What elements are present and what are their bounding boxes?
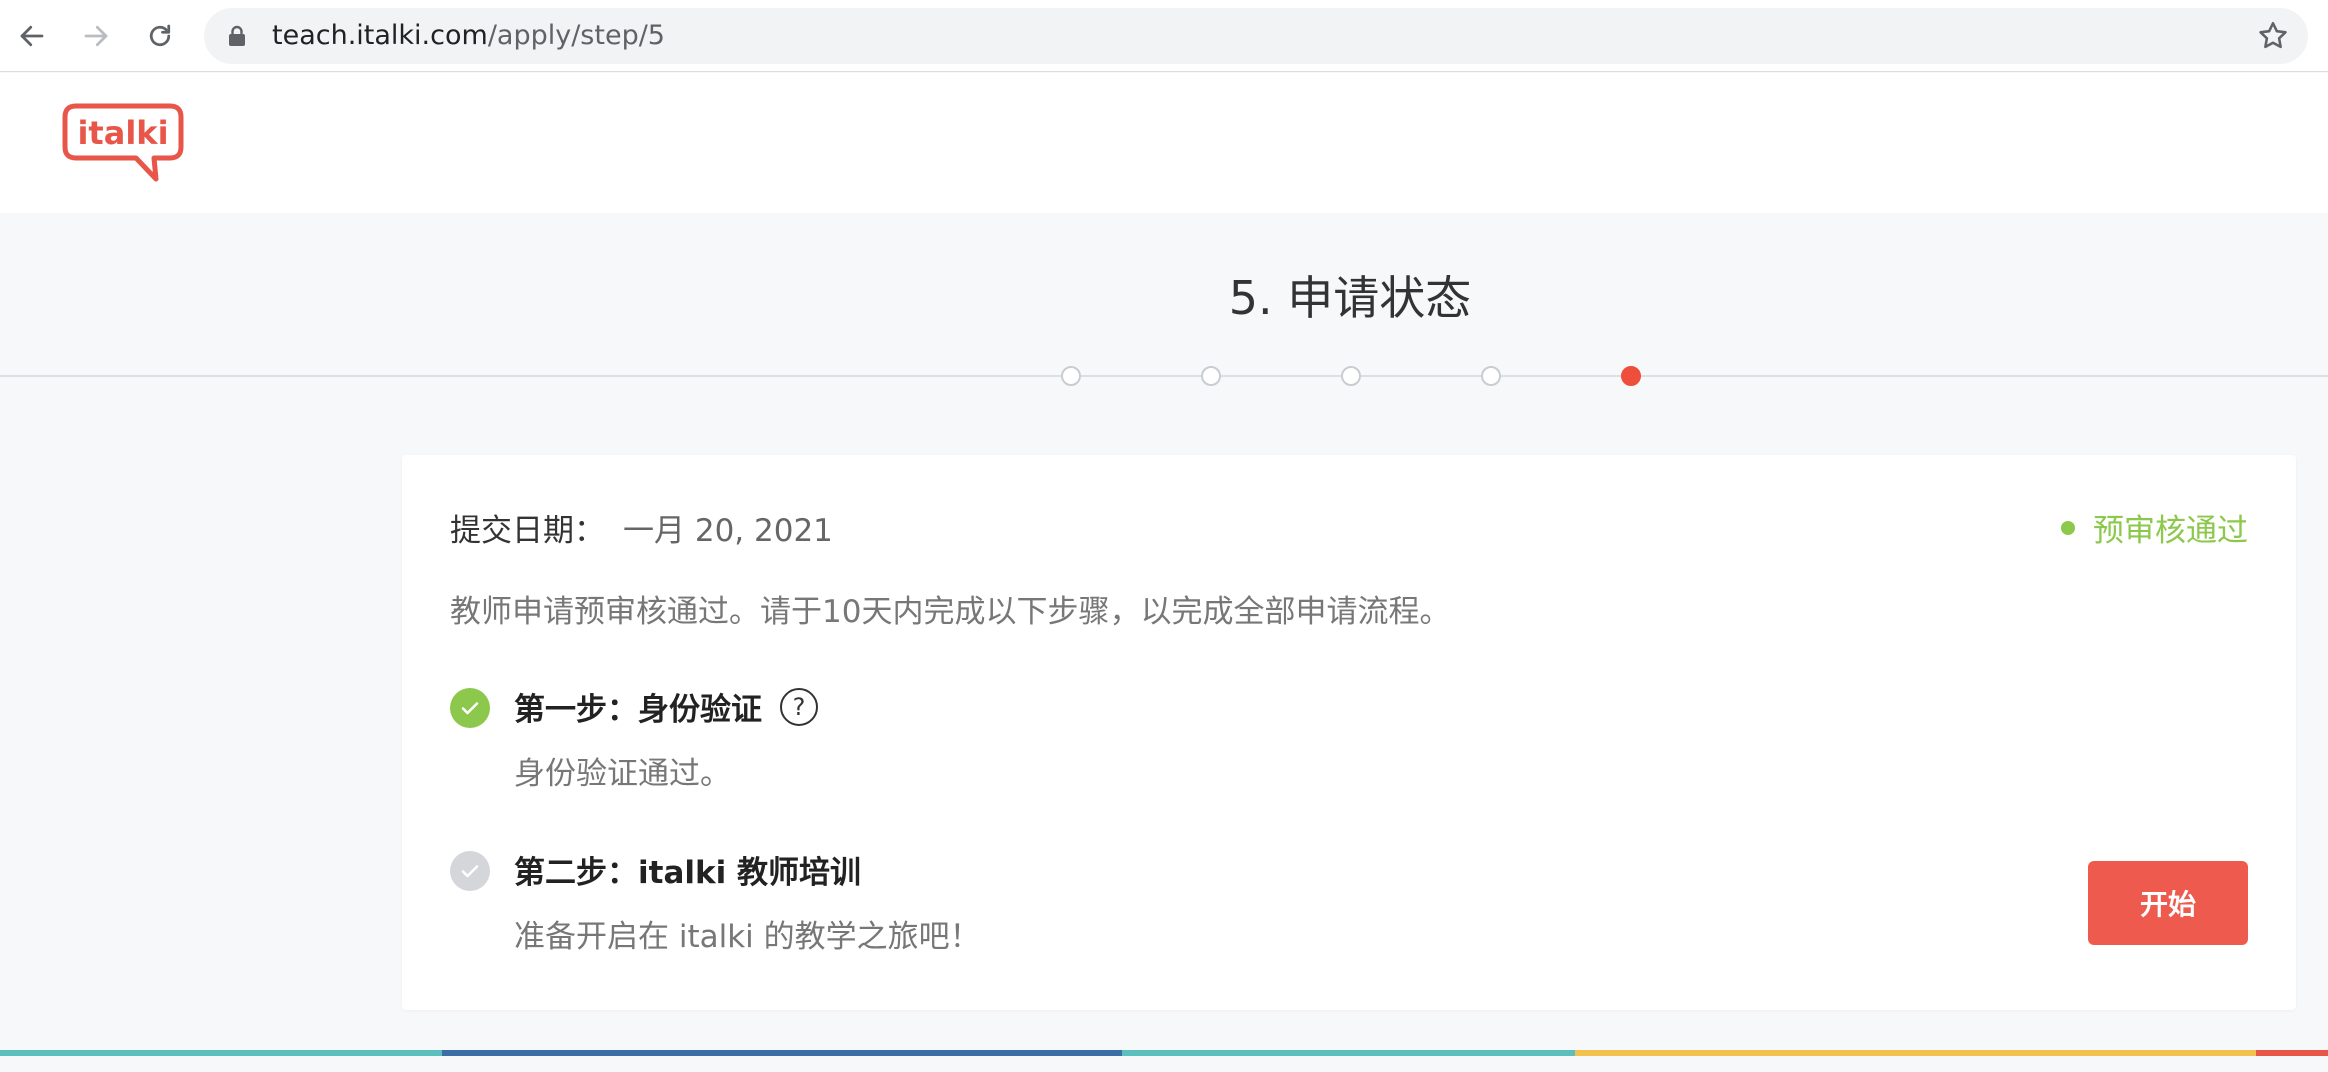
url-text: teach.italki.com/apply/step/5 — [272, 8, 665, 64]
check-circle-icon — [450, 688, 490, 728]
reload-button[interactable] — [138, 14, 182, 58]
back-button[interactable] — [10, 14, 54, 58]
progress-step-3 — [1341, 366, 1361, 386]
url-host: teach.italki.com — [272, 20, 488, 51]
stripe-segment — [1575, 1050, 2256, 1056]
reload-icon — [149, 24, 171, 47]
submit-date-label: 提交日期： — [450, 513, 605, 549]
step-title-text: 第一步：身份验证 — [514, 692, 762, 728]
start-training-button[interactable]: 开始 — [2088, 861, 2248, 945]
progress-step-1 — [1061, 366, 1081, 386]
submit-date-value: 一月 20, 2021 — [623, 513, 833, 549]
step-title: 第二步：italki 教师培训 — [514, 847, 861, 892]
step-description: 身份验证通过。 — [514, 756, 731, 792]
status-dot-icon — [2061, 520, 2075, 535]
notice-text: 教师申请预审核通过。请于10天内完成以下步骤，以完成全部申请流程。 — [450, 594, 1451, 630]
italki-logo[interactable]: italki — [62, 103, 184, 183]
arrow-left-icon — [20, 25, 44, 47]
browser-toolbar: teach.italki.com/apply/step/5 — [0, 0, 2328, 72]
check-circle-pending-icon — [450, 851, 490, 891]
page-title: 5. 申请状态 — [1228, 271, 1472, 325]
step-title-text: 第二步：italki 教师培训 — [514, 855, 862, 891]
stripe-segment — [442, 1050, 1122, 1056]
address-bar[interactable]: teach.italki.com/apply/step/5 — [204, 8, 2308, 64]
submit-date-row: 提交日期： 一月 20, 2021 — [450, 505, 833, 550]
arrow-right-icon — [84, 25, 108, 47]
site-header: italki — [0, 73, 2328, 213]
help-icon[interactable]: ? — [780, 687, 818, 726]
logo-text: italki — [77, 114, 168, 152]
lock-icon — [229, 25, 245, 46]
forward-button[interactable] — [74, 14, 118, 58]
status-text: 预审核通过 — [2093, 513, 2248, 549]
stripe-segment — [0, 1050, 442, 1056]
url-path: /apply/step/5 — [487, 20, 665, 51]
bookmark-star-icon[interactable] — [2256, 19, 2290, 53]
step-description: 准备开启在 italki 的教学之旅吧！ — [514, 919, 981, 955]
status-badge: 预审核通过 — [2061, 505, 2248, 550]
stripe-segment — [1122, 1050, 1575, 1056]
progress-step-5 — [1621, 366, 1641, 386]
step-title: 第一步：身份验证 ? — [514, 684, 818, 729]
progress-step-2 — [1201, 366, 1221, 386]
progress-step-4 — [1481, 366, 1501, 386]
stripe-segment — [2256, 1050, 2328, 1056]
application-status-card: 提交日期： 一月 20, 2021 预审核通过 教师申请预审核通过。请于10天内完… — [402, 455, 2296, 1010]
progress-track — [0, 375, 2328, 377]
